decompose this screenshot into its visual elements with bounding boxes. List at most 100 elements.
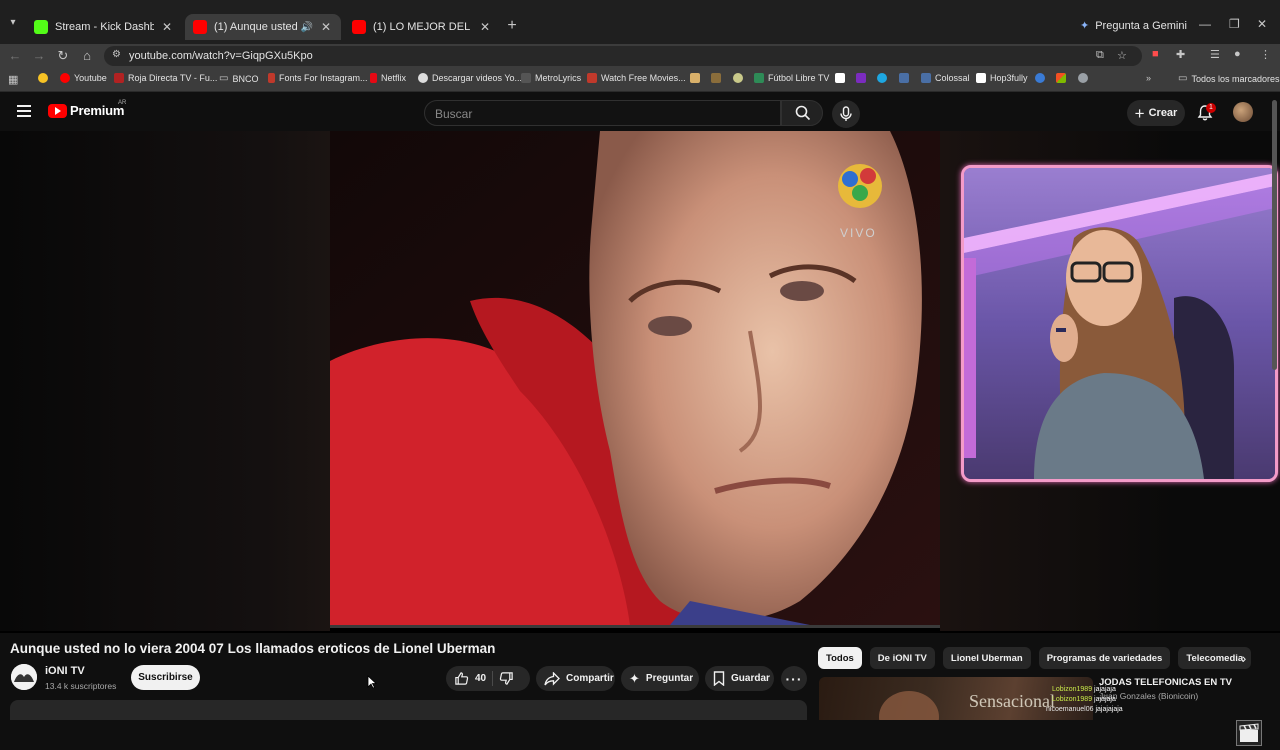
- bookmark-netflix[interactable]: Netflix: [370, 73, 406, 83]
- bookmark-label: Hop3fully: [990, 73, 1028, 83]
- thumbnail-text: Sensacional: [969, 691, 1055, 711]
- bookmark-save-icon: [713, 671, 725, 686]
- bookmark-hop3fully[interactable]: Hop3fully: [976, 73, 1028, 83]
- back-arrow-icon[interactable]: ←: [7, 48, 23, 64]
- ask-button[interactable]: ✦ Preguntar: [621, 666, 699, 691]
- share-arrow-icon: [544, 671, 560, 686]
- bookmark-watch-free-movies[interactable]: Watch Free Movies...: [587, 73, 686, 83]
- page-scrollbar[interactable]: [1270, 96, 1278, 710]
- bookmark-futbol-libre[interactable]: Fútbol Libre TV: [754, 73, 829, 83]
- url-text[interactable]: youtube.com/watch?v=GiqpGXu5Kpo: [129, 50, 313, 62]
- chip-lionel-uberman[interactable]: Lionel Uberman: [942, 647, 1031, 669]
- search-input[interactable]: [435, 107, 765, 121]
- share-button[interactable]: Compartir: [536, 666, 615, 691]
- bookmark-colossal[interactable]: Colossal: [921, 73, 970, 83]
- extensions-puzzle-icon[interactable]: ✚: [1176, 48, 1185, 61]
- more-actions-button[interactable]: ···: [781, 666, 807, 691]
- bookmark-youtube[interactable]: Youtube: [60, 73, 107, 83]
- new-tab-button[interactable]: +: [503, 17, 521, 35]
- search-button[interactable]: [781, 100, 823, 126]
- hop3fully-icon: [976, 73, 986, 83]
- chip-de-ioni-tv[interactable]: De iONI TV: [869, 647, 935, 669]
- address-bar[interactable]: ⚙ youtube.com/watch?v=GiqpGXu5Kpo ⧉ ☆: [104, 46, 1142, 66]
- bookmark-misc-10[interactable]: [1078, 73, 1088, 83]
- minimize-window-icon[interactable]: —: [1199, 17, 1211, 31]
- apps-grid-icon[interactable]: ▦: [8, 73, 18, 86]
- tab-search-button[interactable]: ▾: [4, 14, 22, 32]
- tab-youtube-barra[interactable]: (1) LO MEJOR DEL BARRA DE R ✕: [344, 14, 500, 40]
- bookmark-folder-bnco[interactable]: ▭ BNCO: [219, 73, 258, 84]
- tab-youtube-video[interactable]: (1) Aunque usted no lo viera 🔊 ✕: [185, 14, 341, 40]
- restore-window-icon[interactable]: ❐: [1229, 17, 1240, 31]
- audio-playing-icon[interactable]: 🔊: [301, 22, 313, 33]
- all-bookmarks-label: Todos los marcadores: [1191, 73, 1280, 84]
- bookmark-fonts-instagram[interactable]: Fonts For Instagram...: [268, 73, 368, 83]
- account-avatar[interactable]: [1233, 102, 1253, 122]
- tab-kick-dashboard[interactable]: Stream - Kick Dashboard ✕: [26, 14, 182, 40]
- bookmark-misc-5[interactable]: [856, 73, 866, 83]
- subscribe-button[interactable]: Suscribirse: [131, 665, 200, 690]
- home-icon[interactable]: ⌂: [79, 48, 95, 64]
- channel-name[interactable]: iONI TV: [45, 665, 85, 677]
- streamer-webcam-overlay: [961, 165, 1278, 482]
- stream-chat-overlay: Lobizon1989 jajajaja Lobizon1989 jajajaj…: [1046, 685, 1123, 715]
- chat-text: jajajaja: [1094, 686, 1116, 693]
- site-info-icon[interactable]: ⚙: [112, 49, 121, 60]
- video-progress-bar[interactable]: [330, 625, 940, 628]
- tab-label: (1) Aunque usted no lo viera: [214, 21, 297, 33]
- channel-avatar[interactable]: [11, 664, 37, 690]
- dislike-button[interactable]: [499, 671, 514, 686]
- youtube-favicon-icon: [193, 20, 207, 34]
- chat-message: Lobizon1989 jajajaja: [1046, 685, 1123, 695]
- voice-search-button[interactable]: [832, 100, 860, 128]
- gemini-button[interactable]: ✦ Pregunta a Gemini: [1080, 19, 1187, 33]
- colossal-icon: [921, 73, 931, 83]
- bookmark-misc-6[interactable]: [877, 73, 887, 83]
- bookmark-misc-7[interactable]: [899, 73, 909, 83]
- bookmark-misc-1[interactable]: [690, 73, 700, 83]
- bookmarks-bar: ▦ Youtube Roja Directa TV - Fu... ▭ BNCO …: [0, 68, 1280, 92]
- close-window-icon[interactable]: ✕: [1257, 17, 1267, 31]
- bookmark-misc-4[interactable]: [835, 73, 845, 83]
- like-dislike-divider: [492, 671, 494, 686]
- bookmark-star-icon[interactable]: ☆: [1117, 49, 1127, 62]
- bookmark-descargar-videos[interactable]: Descargar videos Yo...: [418, 73, 522, 83]
- extension-red-icon[interactable]: ■: [1152, 48, 1159, 60]
- save-button[interactable]: Guardar: [705, 666, 774, 691]
- tab-close-icon[interactable]: ✕: [160, 20, 174, 34]
- video-frame[interactable]: VIVO: [330, 131, 940, 625]
- description-box[interactable]: [10, 700, 807, 720]
- chat-username: nicoemanuel06: [1046, 706, 1094, 713]
- bookmark-misc-9[interactable]: [1056, 73, 1066, 83]
- guide-menu-icon[interactable]: [17, 105, 31, 117]
- metrolyrics-icon: [521, 73, 531, 83]
- scrollbar-thumb[interactable]: [1272, 100, 1277, 370]
- bookmark-emoji[interactable]: [38, 73, 48, 83]
- recommendation-chips: Todos De iONI TV Lionel Uberman Programa…: [818, 647, 1252, 669]
- bookmark-misc-8[interactable]: [1035, 73, 1045, 83]
- bookmark-metrolyrics[interactable]: MetroLyrics: [521, 73, 581, 83]
- like-button[interactable]: 40: [446, 671, 486, 686]
- chip-programas-variedades[interactable]: Programas de variedades: [1038, 647, 1171, 669]
- bookmark-misc-2[interactable]: [711, 73, 721, 83]
- bookmark-misc-3[interactable]: [733, 73, 743, 83]
- reload-icon[interactable]: ↻: [55, 48, 71, 64]
- webcam-image: [964, 168, 1275, 479]
- profile-avatar-icon[interactable]: ●: [1234, 48, 1241, 60]
- tab-close-icon[interactable]: ✕: [478, 20, 492, 34]
- clapperboard-icon[interactable]: [1236, 720, 1262, 746]
- more-bookmarks-chevron-icon[interactable]: »: [1146, 73, 1151, 83]
- microsoft-icon: [1056, 73, 1066, 83]
- chip-todos[interactable]: Todos: [818, 647, 862, 669]
- install-app-icon[interactable]: ⧉: [1096, 49, 1104, 62]
- tab-search-icon[interactable]: ☰: [1210, 48, 1220, 61]
- youtube-premium-logo[interactable]: Premium AR: [48, 100, 126, 118]
- tab-close-icon[interactable]: ✕: [319, 20, 333, 34]
- bookmark-roja-directa[interactable]: Roja Directa TV - Fu...: [114, 73, 217, 83]
- all-bookmarks-folder[interactable]: ▭ Todos los marcadores: [1178, 73, 1280, 84]
- create-button[interactable]: + Crear: [1127, 100, 1185, 126]
- browser-menu-icon[interactable]: ⋮: [1260, 48, 1271, 61]
- search-box[interactable]: [424, 100, 781, 126]
- forward-arrow-icon[interactable]: →: [31, 48, 47, 64]
- chevron-right-icon[interactable]: ›: [1236, 650, 1252, 666]
